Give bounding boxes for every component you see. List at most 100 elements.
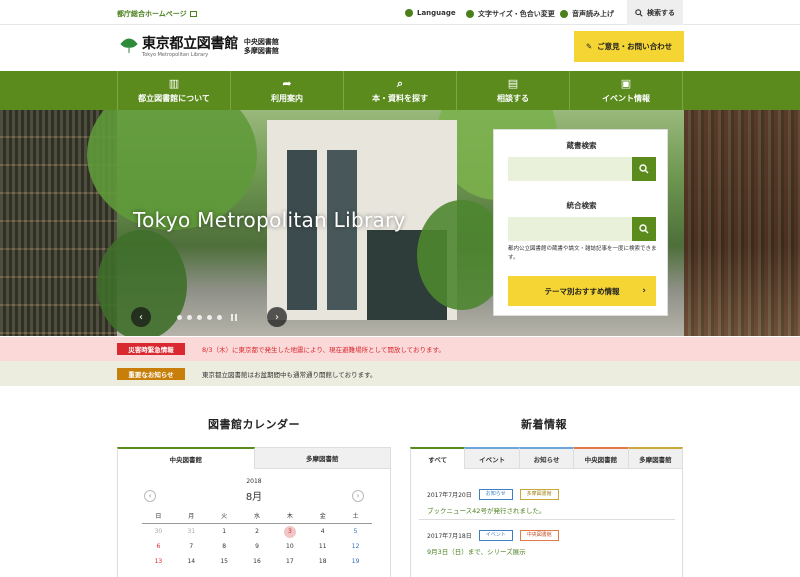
metro-home-link[interactable]: 都庁総合ホームページ: [117, 9, 197, 19]
search-icon: [639, 164, 649, 174]
emergency-tag: 災害時緊急情報: [117, 343, 185, 355]
building-icon: ▥: [168, 76, 180, 90]
calendar-icon: ▣: [620, 76, 632, 90]
carousel-dot[interactable]: [217, 315, 222, 320]
search-icon: [635, 8, 643, 17]
calendar-day[interactable]: 13: [142, 556, 175, 568]
weekday-label: 土: [352, 512, 359, 520]
calendar-day[interactable]: 8: [208, 541, 241, 553]
calendar-day-number: 8: [222, 542, 227, 550]
news-item[interactable]: 2017年7月18日 イベント 中央図書館 9月3日（日）まで、シリーズ展示: [427, 530, 667, 556]
calendar-day-number: 7: [189, 542, 194, 550]
calendar-day[interactable]: 5: [339, 526, 372, 538]
calendar-day[interactable]: 12: [339, 541, 372, 553]
calendar-day[interactable]: 10: [273, 541, 306, 553]
library-calendar: 中央図書館 多摩図書館 2018 ‹ 8月 › 日月火水木金土 30 31 1 2 3 4…: [117, 447, 391, 577]
nav-item-search-materials[interactable]: ⌕ 本・資料を探す: [343, 71, 456, 110]
search-icon: [639, 224, 649, 234]
calendar-day-number: 16: [253, 557, 261, 565]
emergency-message[interactable]: 8/3（木）に東京都で発生した地震により、現在避難場所として開放しております。: [202, 344, 445, 354]
calendar-day-number: 3: [283, 525, 296, 538]
calendar-day-number: 9: [255, 542, 259, 550]
opinion-contact-button[interactable]: ✎ ご意見・お問い合わせ: [574, 31, 684, 62]
globe-icon: [405, 9, 413, 17]
notice-message[interactable]: 東京都立図書館はお盆期間中も通常通り開館しております。: [202, 369, 376, 379]
top-utility-bar: 都庁総合ホームページ Language 文字サイズ・色合い変更 音声読み上げ 検…: [0, 0, 800, 25]
calendar-grid: 日月火水木金土 30 31 1 2 3 4 5 6 7 8 9 10 11 12 13 14 15 16 17 18 1…: [142, 507, 372, 569]
chevron-right-icon: ›: [642, 286, 646, 296]
news-tab-events[interactable]: イベント: [465, 447, 520, 469]
catalog-search-input[interactable]: [508, 157, 632, 181]
calendar-week-row: 6 7 8 9 10 11 12: [142, 539, 372, 554]
tab-central-library[interactable]: 中央図書館: [117, 447, 255, 469]
calendar-day-number: 12: [351, 542, 360, 550]
logo-name: 東京都立図書館: [142, 36, 238, 52]
news-date: 2017年7月18日: [427, 533, 472, 540]
weekday-label: 日: [155, 512, 162, 520]
news-tab-tama[interactable]: 多摩図書館: [628, 447, 684, 469]
calendar-day[interactable]: 31: [175, 526, 208, 538]
news-link[interactable]: 9月3日（日）まで、シリーズ展示: [427, 546, 667, 556]
hero-title: Tokyo Metropolitan Library: [133, 208, 406, 232]
calendar-day[interactable]: 18: [306, 556, 339, 568]
news-tab-notices[interactable]: お知らせ: [519, 447, 575, 469]
font-color-setting-link[interactable]: 文字サイズ・色合い変更: [466, 9, 555, 19]
calendar-day[interactable]: 17: [273, 556, 306, 568]
news-item[interactable]: 2017年7月20日 お知らせ 多摩図書館 ブックニュース42号が発行されました…: [419, 489, 675, 520]
calendar-month: 8月: [245, 492, 263, 503]
site-logo[interactable]: 東京都立図書館 Tokyo Metropolitan Library 中央図書館…: [120, 37, 279, 58]
calendar-year: 2018: [246, 478, 262, 485]
news-date: 2017年7月20日: [427, 492, 472, 499]
calendar-day[interactable]: 2: [241, 526, 274, 538]
calendar-day[interactable]: 3: [273, 525, 306, 538]
news-branch-badge: 多摩図書館: [519, 489, 559, 500]
news-tab-central[interactable]: 中央図書館: [574, 447, 629, 469]
language-link[interactable]: Language: [405, 9, 456, 17]
tab-tama-library[interactable]: 多摩図書館: [254, 447, 391, 469]
search-toggle-button[interactable]: 検索する: [627, 0, 683, 25]
carousel-dot[interactable]: [197, 315, 202, 320]
divider: [419, 519, 675, 520]
branch-central: 中央図書館: [243, 38, 279, 46]
news-tab-all[interactable]: すべて: [410, 447, 466, 469]
calendar-day[interactable]: 16: [241, 556, 274, 568]
carousel-dot[interactable]: [177, 315, 182, 320]
news-category-badge: お知らせ: [478, 489, 513, 500]
calendar-day-number: 17: [286, 557, 294, 565]
theme-recommendation-button[interactable]: テーマ別おすすめ情報 ›: [508, 276, 656, 306]
weekday-label: 水: [254, 512, 261, 520]
external-link-icon: [189, 11, 197, 17]
carousel-pause-icon[interactable]: [231, 314, 237, 321]
carousel-next-button[interactable]: ›: [267, 307, 287, 327]
calendar-day[interactable]: 9: [241, 541, 274, 553]
nav-item-guide[interactable]: ➦ 利用案内: [230, 71, 343, 110]
calendar-day-number: 30: [154, 527, 163, 535]
nav-item-about[interactable]: ▥ 都立図書館について: [117, 71, 230, 110]
carousel-dot[interactable]: [187, 315, 192, 320]
carousel-prev-button[interactable]: ‹: [131, 307, 151, 327]
global-nav: ▥ 都立図書館について ➦ 利用案内 ⌕ 本・資料を探す ▤ 相談する ▣ イベント情報: [0, 71, 800, 110]
nav-item-events[interactable]: ▣ イベント情報: [569, 71, 683, 110]
calendar-day[interactable]: 14: [175, 556, 208, 568]
carousel-dot[interactable]: [207, 315, 212, 320]
calendar-day[interactable]: 7: [175, 541, 208, 553]
notice-tag: 重要なお知らせ: [117, 367, 185, 380]
calendar-day[interactable]: 4: [306, 526, 339, 538]
catalog-search-button[interactable]: [632, 157, 656, 181]
calendar-day[interactable]: 15: [208, 556, 241, 568]
nav-item-consult[interactable]: ▤ 相談する: [456, 71, 569, 110]
calendar-title: 図書館カレンダー: [208, 418, 300, 431]
news-title: 新着情報: [521, 418, 567, 431]
unified-search-button[interactable]: [632, 217, 656, 241]
calendar-day[interactable]: 30: [142, 526, 175, 538]
calendar-day[interactable]: 6: [142, 541, 175, 553]
read-aloud-link[interactable]: 音声読み上げ: [560, 9, 614, 19]
news-link[interactable]: ブックニュース42号が発行されました。: [427, 505, 667, 515]
signpost-icon: ➦: [282, 76, 292, 90]
unified-search-input[interactable]: [508, 217, 632, 241]
emergency-alert: 災害時緊急情報 8/3（木）に東京都で発生した地震により、現在避難場所として開放…: [0, 337, 800, 361]
calendar-day[interactable]: 1: [208, 526, 241, 538]
calendar-day[interactable]: 11: [306, 541, 339, 553]
calendar-day[interactable]: 19: [339, 556, 372, 568]
calendar-next-button[interactable]: ›: [352, 490, 364, 502]
